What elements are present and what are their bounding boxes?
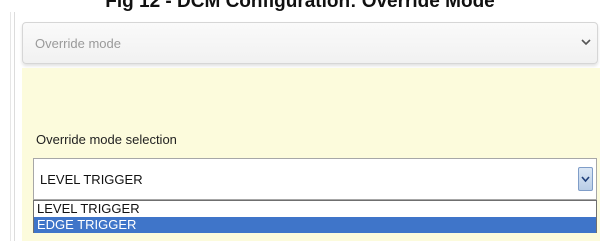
override-mode-dropdown-list: LEVEL TRIGGER EDGE TRIGGER: [33, 200, 597, 233]
override-mode-select[interactable]: LEVEL TRIGGER: [33, 158, 597, 200]
left-border: [0, 12, 15, 241]
override-mode-panel-header[interactable]: Override mode: [22, 22, 598, 64]
figure-caption: Fig 12 - DCM Configuration: Override Mod…: [105, 0, 495, 12]
dropdown-option-level-trigger[interactable]: LEVEL TRIGGER: [34, 201, 596, 217]
dropdown-arrow-icon[interactable]: [578, 167, 593, 191]
chevron-down-icon[interactable]: [579, 34, 593, 50]
select-current-value: LEVEL TRIGGER: [40, 172, 143, 187]
dropdown-option-edge-trigger[interactable]: EDGE TRIGGER: [34, 217, 596, 233]
panel-title: Override mode: [35, 36, 121, 51]
override-mode-selection-label: Override mode selection: [36, 132, 177, 147]
